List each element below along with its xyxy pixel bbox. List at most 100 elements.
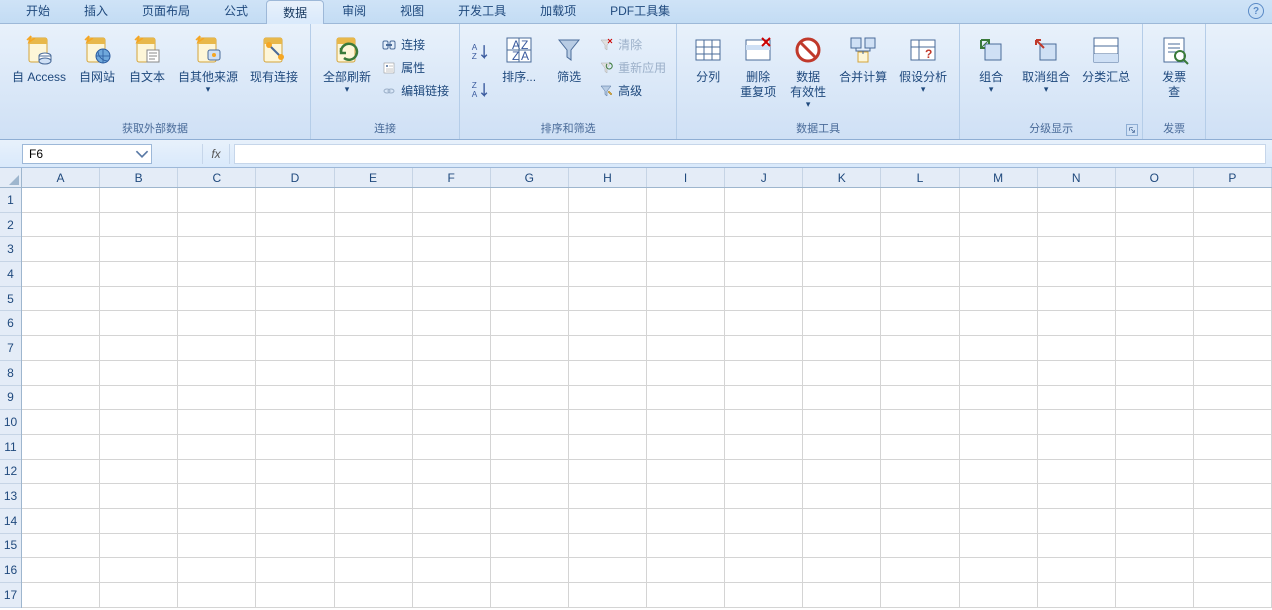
cell-J8[interactable]: [725, 361, 803, 386]
cell-O10[interactable]: [1116, 410, 1194, 435]
row-header-7[interactable]: 7: [0, 336, 21, 361]
cell-E1[interactable]: [335, 188, 413, 213]
cell-B6[interactable]: [100, 311, 178, 336]
cell-M2[interactable]: [960, 213, 1038, 238]
cell-P2[interactable]: [1194, 213, 1272, 238]
properties-button[interactable]: 属性: [377, 57, 453, 78]
column-header-A[interactable]: A: [22, 168, 100, 187]
cell-K11[interactable]: [803, 435, 881, 460]
cell-O11[interactable]: [1116, 435, 1194, 460]
cell-M7[interactable]: [960, 336, 1038, 361]
cell-L13[interactable]: [881, 484, 959, 509]
cell-P6[interactable]: [1194, 311, 1272, 336]
help-icon[interactable]: ?: [1248, 3, 1264, 19]
cell-D4[interactable]: [256, 262, 334, 287]
remove-dup-button[interactable]: 删除重复项: [733, 28, 783, 100]
cell-K13[interactable]: [803, 484, 881, 509]
cell-N6[interactable]: [1038, 311, 1116, 336]
cell-E3[interactable]: [335, 237, 413, 262]
cell-I13[interactable]: [647, 484, 725, 509]
cell-J5[interactable]: [725, 287, 803, 312]
cell-K1[interactable]: [803, 188, 881, 213]
cell-B13[interactable]: [100, 484, 178, 509]
cell-I1[interactable]: [647, 188, 725, 213]
cell-C13[interactable]: [178, 484, 256, 509]
cell-L5[interactable]: [881, 287, 959, 312]
cell-K8[interactable]: [803, 361, 881, 386]
cell-A4[interactable]: [22, 262, 100, 287]
cell-F7[interactable]: [413, 336, 491, 361]
cell-G12[interactable]: [491, 460, 569, 485]
cell-O5[interactable]: [1116, 287, 1194, 312]
cell-N10[interactable]: [1038, 410, 1116, 435]
cell-A1[interactable]: [22, 188, 100, 213]
column-header-I[interactable]: I: [647, 168, 725, 187]
cell-J9[interactable]: [725, 386, 803, 411]
cell-E6[interactable]: [335, 311, 413, 336]
cell-N8[interactable]: [1038, 361, 1116, 386]
tab-2[interactable]: 页面布局: [126, 0, 206, 23]
cell-L12[interactable]: [881, 460, 959, 485]
column-header-P[interactable]: P: [1194, 168, 1272, 187]
cell-D6[interactable]: [256, 311, 334, 336]
cell-L14[interactable]: [881, 509, 959, 534]
cell-O7[interactable]: [1116, 336, 1194, 361]
cell-K17[interactable]: [803, 583, 881, 608]
cell-A15[interactable]: [22, 534, 100, 559]
cell-E16[interactable]: [335, 558, 413, 583]
cell-M6[interactable]: [960, 311, 1038, 336]
cell-N11[interactable]: [1038, 435, 1116, 460]
cell-P13[interactable]: [1194, 484, 1272, 509]
whatif-button[interactable]: ?假设分析▾: [893, 28, 953, 93]
cell-N14[interactable]: [1038, 509, 1116, 534]
cell-B16[interactable]: [100, 558, 178, 583]
cell-K10[interactable]: [803, 410, 881, 435]
cell-E15[interactable]: [335, 534, 413, 559]
cell-I7[interactable]: [647, 336, 725, 361]
column-header-C[interactable]: C: [178, 168, 256, 187]
cell-C2[interactable]: [178, 213, 256, 238]
cell-P12[interactable]: [1194, 460, 1272, 485]
cell-B17[interactable]: [100, 583, 178, 608]
cell-P16[interactable]: [1194, 558, 1272, 583]
cell-N15[interactable]: [1038, 534, 1116, 559]
cell-B2[interactable]: [100, 213, 178, 238]
cell-M16[interactable]: [960, 558, 1038, 583]
cell-L6[interactable]: [881, 311, 959, 336]
cell-D12[interactable]: [256, 460, 334, 485]
from-other-button[interactable]: 自其他来源▾: [172, 28, 244, 93]
row-header-3[interactable]: 3: [0, 237, 21, 262]
cell-O8[interactable]: [1116, 361, 1194, 386]
cell-G9[interactable]: [491, 386, 569, 411]
cell-F1[interactable]: [413, 188, 491, 213]
cell-G6[interactable]: [491, 311, 569, 336]
cell-A6[interactable]: [22, 311, 100, 336]
row-header-14[interactable]: 14: [0, 509, 21, 534]
column-header-M[interactable]: M: [960, 168, 1038, 187]
cell-O17[interactable]: [1116, 583, 1194, 608]
from-web-button[interactable]: 自网站: [72, 28, 122, 85]
cell-F11[interactable]: [413, 435, 491, 460]
cell-K5[interactable]: [803, 287, 881, 312]
cell-H6[interactable]: [569, 311, 647, 336]
cell-H17[interactable]: [569, 583, 647, 608]
column-header-H[interactable]: H: [569, 168, 647, 187]
cell-M12[interactable]: [960, 460, 1038, 485]
cell-N3[interactable]: [1038, 237, 1116, 262]
column-header-N[interactable]: N: [1038, 168, 1116, 187]
cell-G13[interactable]: [491, 484, 569, 509]
cell-F6[interactable]: [413, 311, 491, 336]
cell-A12[interactable]: [22, 460, 100, 485]
cell-P8[interactable]: [1194, 361, 1272, 386]
cell-M17[interactable]: [960, 583, 1038, 608]
cell-O16[interactable]: [1116, 558, 1194, 583]
column-header-E[interactable]: E: [335, 168, 413, 187]
cell-B14[interactable]: [100, 509, 178, 534]
cell-L10[interactable]: [881, 410, 959, 435]
tab-6[interactable]: 视图: [384, 0, 440, 23]
cell-I9[interactable]: [647, 386, 725, 411]
cell-N17[interactable]: [1038, 583, 1116, 608]
cell-B3[interactable]: [100, 237, 178, 262]
cell-H13[interactable]: [569, 484, 647, 509]
cell-L11[interactable]: [881, 435, 959, 460]
